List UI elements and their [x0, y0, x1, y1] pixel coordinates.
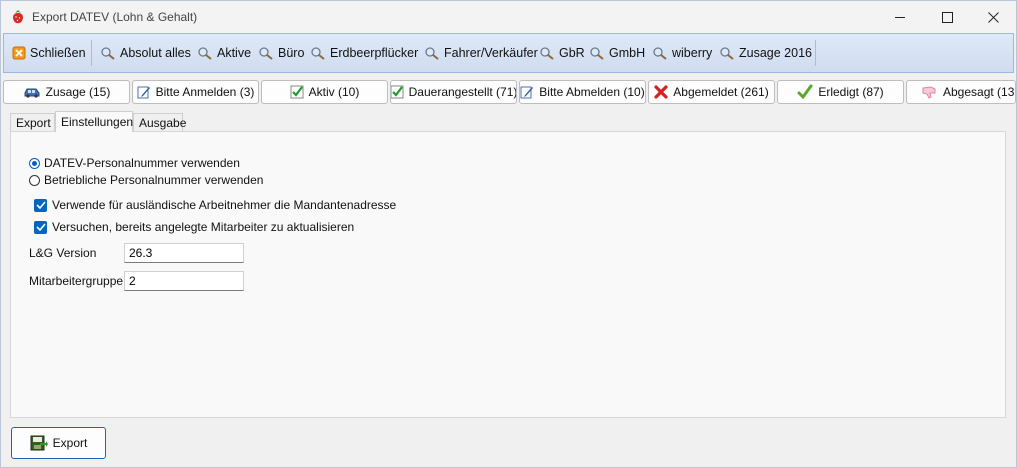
version-input[interactable]	[124, 243, 244, 263]
tab-ausgabe[interactable]: Ausgabe	[133, 113, 187, 132]
filter-zusage-2016[interactable]: Zusage 2016	[719, 34, 812, 72]
tab-label: Abgesagt (131)	[943, 85, 1015, 99]
radio-unselected-icon	[29, 174, 40, 186]
tab-label: Bitte Abmelden (10)	[539, 85, 645, 99]
red-x-icon	[654, 85, 668, 99]
strawberry-icon	[13, 10, 23, 24]
car-icon	[24, 88, 40, 98]
tab-label: Export	[16, 116, 51, 130]
filter-label: Zusage 2016	[739, 46, 812, 60]
close-icon	[987, 11, 999, 23]
minimize-button[interactable]	[877, 1, 923, 33]
radio-betriebliche-personalnummer[interactable]: Betriebliche Personalnummer verwenden	[29, 173, 263, 187]
magnifier-icon	[590, 47, 604, 60]
magnifier-icon	[198, 47, 212, 60]
checkbox-label: Verwende für ausländische Arbeitnehmer d…	[52, 198, 397, 212]
magnifier-icon	[653, 47, 667, 60]
toolbar-separator	[815, 40, 816, 66]
tab-dauerangestellt[interactable]: Dauerangestellt (71)	[390, 80, 517, 104]
tab-bitte-anmelden[interactable]: Bitte Anmelden (3)	[132, 80, 259, 104]
maximize-button[interactable]	[924, 1, 970, 33]
radio-selected-icon	[29, 157, 40, 169]
close-window-button[interactable]	[970, 1, 1016, 33]
title-bar: Export DATEV (Lohn & Gehalt)	[1, 1, 1016, 33]
tab-label: Dauerangestellt (71)	[408, 85, 517, 99]
tab-label: Aktiv (10)	[308, 85, 360, 99]
version-label: L&G Version	[29, 246, 97, 260]
filter-fahrer-verkaeufer[interactable]: Fahrer/Verkäufer	[424, 34, 538, 72]
tab-erledigt[interactable]: Erledigt (87)	[777, 80, 904, 104]
filter-label: Absolut alles	[120, 46, 191, 60]
maximize-icon	[941, 11, 953, 23]
export-window: Export DATEV (Lohn & Gehalt) Schließen A…	[0, 0, 1017, 468]
radio-datev-personalnummer[interactable]: DATEV-Personalnummer verwenden	[29, 156, 240, 170]
checkbox-label: Versuchen, bereits angelegte Mitarbeiter…	[52, 220, 355, 234]
magnifier-icon	[311, 47, 325, 60]
export-button[interactable]: Export	[11, 427, 106, 459]
filter-label: GmbH	[609, 46, 646, 60]
tab-label: Abgemeldet (261)	[673, 85, 769, 99]
thumbs-down-icon	[922, 86, 936, 99]
filter-wiberry[interactable]: wiberry	[652, 34, 712, 72]
tab-abgemeldet[interactable]: Abgemeldet (261)	[648, 80, 775, 104]
filter-label: Büro	[278, 46, 305, 60]
filter-aktive[interactable]: Aktive	[197, 34, 251, 72]
close-toolbar-label: Schließen	[30, 46, 86, 60]
checkbox-mandantenadresse[interactable]: Verwende für ausländische Arbeitnehmer d…	[34, 198, 396, 212]
tab-label: Einstellungen	[61, 115, 134, 129]
checkmark-icon	[797, 84, 813, 100]
mitarbeitergruppe-label: Mitarbeitergruppe	[29, 274, 124, 288]
filter-label: Erdbeerpflücker	[330, 46, 419, 60]
filter-buero[interactable]: Büro	[258, 34, 304, 72]
radio-label: Betriebliche Personalnummer verwenden	[44, 173, 264, 187]
checkmark-icon	[290, 85, 304, 99]
filter-gmbh[interactable]: GmbH	[589, 34, 645, 72]
magnifier-icon	[259, 47, 273, 60]
minimize-icon	[895, 16, 905, 18]
checkbox-mitarbeiter-aktualisieren[interactable]: Versuchen, bereits angelegte Mitarbeiter…	[34, 220, 354, 234]
tab-label: Zusage (15)	[45, 85, 111, 99]
close-toolbar-button[interactable]: Schließen	[12, 34, 86, 72]
tab-zusage[interactable]: Zusage (15)	[3, 80, 130, 104]
export-button-label: Export	[52, 436, 88, 450]
tab-einstellungen[interactable]: Einstellungen	[55, 111, 133, 132]
edit-icon	[137, 86, 150, 99]
mitarbeitergruppe-input[interactable]	[124, 271, 244, 291]
filter-label: GbR	[559, 46, 585, 60]
tab-label: Bitte Anmelden (3)	[155, 85, 255, 99]
filter-label: wiberry	[672, 46, 713, 60]
magnifier-icon	[540, 47, 554, 60]
status-tabs: Zusage (15) Bitte Anmelden (3) Aktiv (10…	[1, 80, 1016, 106]
tab-label: Erledigt (87)	[818, 85, 884, 99]
tab-aktiv[interactable]: Aktiv (10)	[261, 80, 388, 104]
tab-abgesagt[interactable]: Abgesagt (131)	[906, 80, 1016, 104]
toolbar: Schließen Absolut alles Aktive Büro Erdb…	[3, 33, 1014, 73]
tab-bitte-abmelden[interactable]: Bitte Abmelden (10)	[519, 80, 646, 104]
tab-export[interactable]: Export	[10, 113, 55, 132]
checkbox-checked-icon	[34, 198, 47, 212]
tab-label: Ausgabe	[139, 116, 187, 130]
magnifier-icon	[101, 47, 115, 60]
filter-erdbeerpfluecker[interactable]: Erdbeerpflücker	[310, 34, 418, 72]
filter-label: Fahrer/Verkäufer	[444, 46, 538, 60]
magnifier-icon	[425, 47, 439, 60]
checkbox-checked-icon	[34, 220, 47, 234]
magnifier-icon	[720, 47, 734, 60]
export-disk-icon	[30, 435, 48, 451]
radio-label: DATEV-Personalnummer verwenden	[44, 156, 240, 170]
filter-label: Aktive	[217, 46, 252, 60]
window-title: Export DATEV (Lohn & Gehalt)	[32, 10, 198, 24]
filter-gbr[interactable]: GbR	[539, 34, 585, 72]
close-box-icon	[12, 46, 26, 60]
filter-absolut-alles[interactable]: Absolut alles	[100, 34, 191, 72]
edit-icon	[520, 86, 534, 99]
toolbar-separator	[91, 40, 92, 66]
checkmark-icon	[391, 85, 404, 99]
